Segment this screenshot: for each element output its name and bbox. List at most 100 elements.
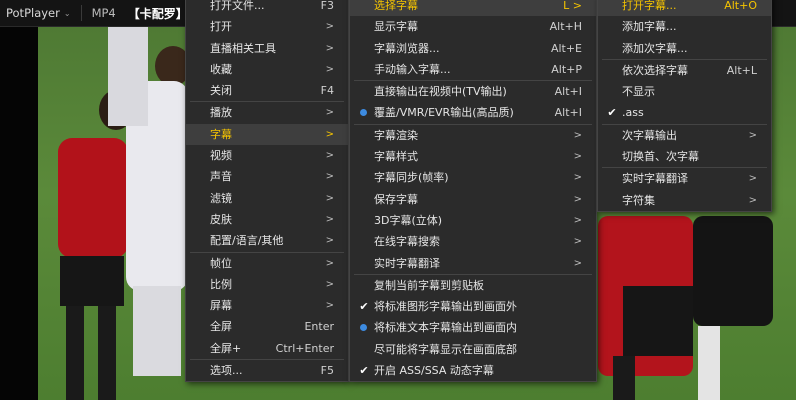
menu-item-shortcut: Alt+I xyxy=(554,106,582,120)
menu-item-label: 皮肤 xyxy=(210,212,232,226)
main-menu-item-0[interactable]: 打开文件... F3 xyxy=(186,0,348,16)
menu-item-shortcut: Alt+L xyxy=(726,63,757,77)
menu-item-label: 打开文件... xyxy=(210,0,265,12)
menu-item-label: 手动输入字幕... xyxy=(374,62,451,76)
subtitle-menu-item-18[interactable]: 将标准文本字幕输出到画面内 xyxy=(350,317,596,338)
subtitle-menu-item-19[interactable]: 尽可能将字幕显示在画面底部 xyxy=(350,339,596,360)
menu-item-label: 全屏 xyxy=(210,320,232,334)
chevron-down-icon: ⌄ xyxy=(63,8,71,18)
select-menu-item-8[interactable]: 次字幕输出 > xyxy=(598,125,771,146)
menu-item-shortcut: L > xyxy=(563,0,582,12)
subtitle-menu-item-2[interactable]: 字幕浏览器... Alt+E xyxy=(350,38,596,59)
file-format: MP4 xyxy=(91,6,116,20)
chevron-right-icon: > xyxy=(573,257,582,269)
menu-item-shortcut: Alt+I xyxy=(554,85,582,99)
subtitle-submenu: 选择字幕 L > 显示字幕 Alt+H 字幕浏览器... Alt+E 手动输入字幕... Al… xyxy=(349,0,597,383)
menu-item-label: .ass xyxy=(622,106,644,120)
menu-item-label: 添加字幕... xyxy=(622,20,677,34)
subtitle-menu-item-8[interactable]: 字幕渲染 > xyxy=(350,125,596,146)
subtitle-menu-item-5[interactable]: 直接输出在视频中(TV输出) Alt+I xyxy=(350,81,596,102)
select-menu-item-11[interactable]: 实时字幕翻译 > xyxy=(598,168,771,189)
chevron-right-icon: > xyxy=(325,192,334,204)
app-menu-button[interactable]: PotPlayer ⌄ xyxy=(0,6,77,20)
subtitle-menu-item-0[interactable]: 选择字幕 L > xyxy=(350,0,596,17)
chevron-right-icon: > xyxy=(325,128,334,140)
main-menu-item-9[interactable]: 声音 > xyxy=(186,166,348,187)
menu-item-label: 选择字幕 xyxy=(374,0,418,12)
subtitle-menu-item-12[interactable]: 3D字幕(立体) > xyxy=(350,210,596,231)
menu-item-shortcut: Alt+P xyxy=(551,62,582,76)
radio-dot-icon xyxy=(360,109,367,117)
main-menu-item-6[interactable]: 播放 > xyxy=(186,102,348,123)
chevron-right-icon: > xyxy=(573,214,582,226)
main-menu-item-11[interactable]: 皮肤 > xyxy=(186,209,348,230)
menu-item-label: 覆盖/VMR/EVR输出(高品质) xyxy=(374,106,514,120)
menu-item-label: 字幕样式 xyxy=(374,150,418,164)
main-menu-item-2[interactable]: 直播相关工具 > xyxy=(186,38,348,59)
chevron-right-icon: > xyxy=(748,129,757,141)
chevron-right-icon: > xyxy=(325,257,334,269)
check-icon: ✔ xyxy=(607,106,617,120)
subtitle-menu-item-11[interactable]: 保存字幕 > xyxy=(350,189,596,210)
menu-item-label: 3D字幕(立体) xyxy=(374,213,443,227)
subtitle-menu-item-1[interactable]: 显示字幕 Alt+H xyxy=(350,16,596,37)
subtitle-menu-item-3[interactable]: 手动输入字幕... Alt+P xyxy=(350,59,596,80)
menu-item-label: 帧位 xyxy=(210,256,232,270)
chevron-right-icon: > xyxy=(325,235,334,247)
main-menu-item-12[interactable]: 配置/语言/其他 > xyxy=(186,230,348,251)
video-letterbox xyxy=(0,26,38,400)
menu-item-label: 字幕 xyxy=(210,127,232,141)
main-menu-item-18[interactable]: 全屏+ Ctrl+Enter xyxy=(186,338,348,359)
menu-item-label: 打开字幕... xyxy=(622,0,677,12)
select-menu-item-5[interactable]: 不显示 xyxy=(598,81,771,102)
chevron-right-icon: > xyxy=(325,300,334,312)
chevron-right-icon: > xyxy=(748,173,757,185)
menu-item-label: 保存字幕 xyxy=(374,192,418,206)
main-menu-item-10[interactable]: 滤镜 > xyxy=(186,188,348,209)
main-menu-item-17[interactable]: 全屏 Enter xyxy=(186,316,348,337)
subtitle-menu-item-17[interactable]: ✔ 将标准图形字幕输出到画面外 xyxy=(350,296,596,317)
menu-item-label: 直接输出在视频中(TV输出) xyxy=(374,85,507,99)
select-menu-item-2[interactable]: 添加次字幕... xyxy=(598,38,771,59)
chevron-right-icon: > xyxy=(748,194,757,206)
menu-item-shortcut: Ctrl+Enter xyxy=(275,341,334,355)
menu-item-label: 视频 xyxy=(210,149,232,163)
menu-item-label: 字幕渲染 xyxy=(374,128,418,142)
select-menu-item-9[interactable]: 切换首、次字幕 xyxy=(598,146,771,167)
subtitle-menu-item-6[interactable]: 覆盖/VMR/EVR输出(高品质) Alt+I xyxy=(350,102,596,123)
main-menu-item-20[interactable]: 选项... F5 xyxy=(186,360,348,381)
main-menu-item-7[interactable]: 字幕 > xyxy=(186,123,348,146)
menu-item-label: 声音 xyxy=(210,170,232,184)
menu-item-label: 直播相关工具 xyxy=(210,41,276,55)
select-menu-item-6[interactable]: ✔ .ass xyxy=(598,102,771,123)
chevron-right-icon: > xyxy=(325,42,334,54)
menu-item-shortcut: F4 xyxy=(320,84,334,98)
main-menu-item-3[interactable]: 收藏 > xyxy=(186,59,348,80)
menu-item-label: 播放 xyxy=(210,106,232,120)
main-menu-item-4[interactable]: 关闭 F4 xyxy=(186,80,348,101)
main-menu-item-1[interactable]: 打开 > xyxy=(186,16,348,37)
menu-item-label: 依次选择字幕 xyxy=(622,63,688,77)
select-menu-item-1[interactable]: 添加字幕... xyxy=(598,16,771,37)
select-menu-item-4[interactable]: 依次选择字幕 Alt+L xyxy=(598,60,771,81)
main-menu-item-15[interactable]: 比例 > xyxy=(186,274,348,295)
menu-item-shortcut: F5 xyxy=(320,364,334,378)
subtitle-menu-item-16[interactable]: 复制当前字幕到剪贴板 xyxy=(350,275,596,296)
subtitle-menu-item-10[interactable]: 字幕同步(帧率) > xyxy=(350,167,596,188)
subtitle-menu-item-9[interactable]: 字幕样式 > xyxy=(350,146,596,167)
subtitle-menu-item-20[interactable]: ✔ 开启 ASS/SSA 动态字幕 xyxy=(350,360,596,381)
select-menu-item-12[interactable]: 字符集 > xyxy=(598,190,771,211)
radio-dot-icon xyxy=(360,324,367,332)
chevron-right-icon: > xyxy=(573,151,582,163)
main-menu-item-8[interactable]: 视频 > xyxy=(186,145,348,166)
subtitle-menu-item-14[interactable]: 实时字幕翻译 > xyxy=(350,253,596,274)
chevron-right-icon: > xyxy=(325,63,334,75)
chevron-right-icon: > xyxy=(325,278,334,290)
main-menu-item-16[interactable]: 屏幕 > xyxy=(186,295,348,316)
select-menu-item-0[interactable]: 打开字幕... Alt+O xyxy=(598,0,771,17)
menu-item-label: 字幕浏览器... xyxy=(374,41,440,55)
subtitle-menu-item-13[interactable]: 在线字幕搜索 > xyxy=(350,231,596,252)
menu-item-label: 全屏+ xyxy=(210,341,242,355)
main-menu-item-14[interactable]: 帧位 > xyxy=(186,253,348,274)
menu-item-label: 将标准图形字幕输出到画面外 xyxy=(374,300,517,314)
